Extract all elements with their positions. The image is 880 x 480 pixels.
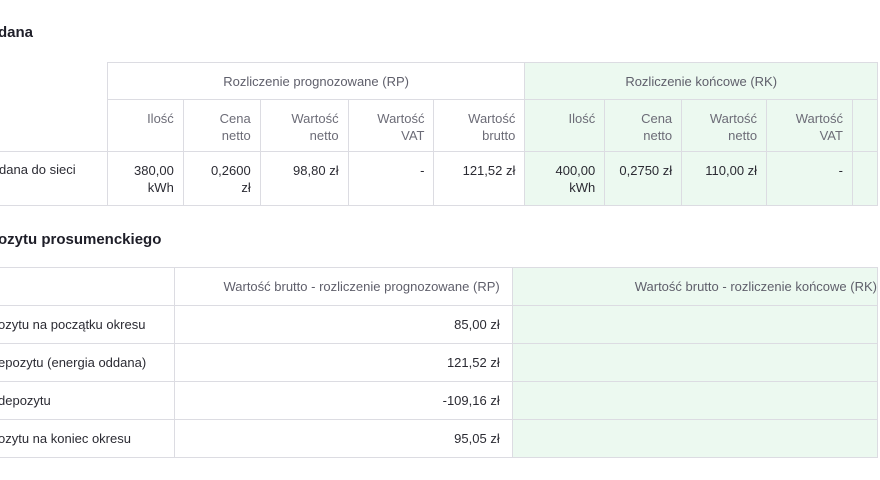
table-row: epozytu (energia oddana) 121,52 zł — [0, 343, 879, 382]
table-row: dana do sieci 380,00 kWh 0,2600 zł 98,80 z… — [0, 151, 879, 206]
table-row: depozytu -109,16 zł — [0, 381, 879, 420]
rk-gross-value — [511, 381, 879, 420]
table-row: ozytu na koniec okresu 95,05 zł — [0, 419, 879, 458]
section-title-energy-output: dana — [0, 24, 34, 41]
corner-cell — [0, 62, 108, 152]
col-header-rp-vat-value: Wartość VAT — [347, 99, 435, 152]
table-row: ozytu na początku okresu 85,00 zł — [0, 305, 879, 344]
rp-gross-value: -109,16 zł — [173, 381, 513, 420]
rk-net-value: 110,00 zł — [681, 151, 768, 206]
rk-quantity: 400,00 kWh — [524, 151, 606, 206]
group-header-rp: Rozliczenie prognozowane (RP) — [106, 62, 526, 100]
col-header-rk-gross: Wartość brutto - rozliczenie końcowe (RK… — [511, 267, 879, 306]
rp-gross-value: 95,05 zł — [173, 419, 513, 458]
row-label: ozytu na początku okresu — [0, 305, 175, 344]
section-title-prosumer-deposit: ozytu prosumenckiego — [0, 231, 162, 248]
rk-net-price: 0,2750 zł — [604, 151, 683, 206]
rk-gross-value — [511, 419, 879, 458]
col-header-rk-vat-value: Wartość VAT — [766, 99, 853, 152]
group-header-rk: Rozliczenie końcowe (RK) — [524, 62, 878, 100]
prosumer-deposit-table: Wartość brutto - rozliczenie prognozowan… — [0, 267, 879, 458]
row-label: ozytu na koniec okresu — [0, 419, 175, 458]
rk-vat-value: - — [766, 151, 853, 206]
col-header-rp-net-price: Cena netto — [182, 99, 261, 152]
col-header-rp-quantity: Ilość — [106, 99, 184, 152]
rk-gross-value — [511, 305, 879, 344]
col-header-rk-net-price: Cena netto — [604, 99, 683, 152]
rk-gross-value — [851, 151, 879, 206]
row-label: dana do sieci — [0, 151, 108, 206]
rp-gross-value: 121,52 zł — [433, 151, 526, 206]
col-header-rp-gross-value: Wartość brutto — [433, 99, 526, 152]
rp-net-price: 0,2600 zł — [182, 151, 261, 206]
rp-net-value: 98,80 zł — [259, 151, 349, 206]
rp-vat-value: - — [347, 151, 435, 206]
col-header-rp-net-value: Wartość netto — [259, 99, 349, 152]
rp-quantity: 380,00 kWh — [106, 151, 184, 206]
col-header-rp-gross: Wartość brutto - rozliczenie prognozowan… — [173, 267, 513, 306]
row-label: depozytu — [0, 381, 175, 420]
col-header-rk-quantity: Ilość — [524, 99, 606, 152]
rp-gross-value: 85,00 zł — [173, 305, 513, 344]
col-header-rk-net-value: Wartość netto — [681, 99, 768, 152]
corner-cell — [0, 267, 175, 306]
rk-gross-value — [511, 343, 879, 382]
rp-gross-value: 121,52 zł — [173, 343, 513, 382]
row-label: epozytu (energia oddana) — [0, 343, 175, 382]
energy-settlement-table: Rozliczenie prognozowane (RP) Rozliczeni… — [0, 62, 879, 206]
col-header-rk-gross-value — [851, 99, 879, 152]
